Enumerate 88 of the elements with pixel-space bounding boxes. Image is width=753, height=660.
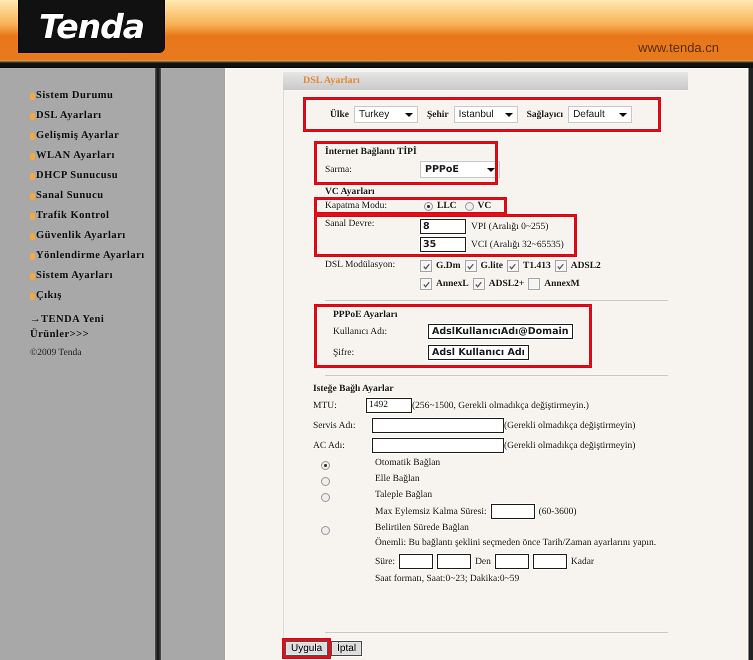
checkbox[interactable] [420, 278, 432, 290]
field-label: Sanal Devre: [325, 219, 376, 231]
form-button[interactable]: Uygula [285, 641, 328, 656]
option-label: T1.413 [522, 261, 551, 271]
checkbox[interactable] [554, 260, 567, 272]
input-field[interactable]: 8 [420, 219, 466, 234]
input-field[interactable] [494, 554, 529, 569]
input-field[interactable] [399, 554, 434, 569]
range-hint: VPI (Aralığı 0~255) [471, 222, 548, 232]
tenda-logo: Tenda [18, 0, 165, 53]
note-text: Önemli: Bu bağlantı şeklini seçmeden önce Tarih/Zaman ayarlarını yapın. [375, 537, 658, 550]
sidebar-link[interactable]: Sistem Durumu [30, 90, 155, 110]
promo-link[interactable]: →TENDA Yeni Ürünler>>> [30, 312, 130, 342]
option-label: Otomatik Bağlan [375, 458, 442, 468]
field-label: Şehir [427, 110, 449, 120]
option-label: Taleple Bağlan [375, 490, 434, 500]
option-label: Belirtilen Sürede Bağlan [375, 523, 470, 533]
sidebar-link[interactable]: Trafik Kontrol [30, 210, 155, 230]
checkbox[interactable] [528, 278, 540, 290]
field-hint: (Gerekli olmadıkça değiştirmeyin) [504, 420, 636, 430]
dropdown[interactable]: Istanbul [454, 106, 518, 123]
radio-button[interactable] [321, 477, 330, 486]
field-label: Servis Adı: [313, 420, 356, 430]
field-label: Sağlayıcı [526, 110, 564, 120]
sidebar-link[interactable]: Çıkış [30, 290, 155, 310]
sidebar-link[interactable]: DHCP Sunucusu [30, 170, 155, 190]
radio-button[interactable] [464, 202, 474, 210]
radio-button[interactable] [424, 202, 433, 210]
sidebar-link[interactable]: Sanal Sunucu [30, 190, 155, 210]
radio-button[interactable] [321, 461, 330, 470]
section-heading: PPPoE Ayarları [333, 310, 398, 320]
option-label: AnnexL [436, 279, 469, 289]
dropdown[interactable]: Default [568, 106, 632, 123]
field-label: Süre: [375, 556, 396, 566]
format-hint: Saat formatı, Saat:0~23; Dakika:0~59 [375, 573, 520, 586]
option-label: G.Dm [436, 261, 461, 271]
site-url: www.tenda.cn [638, 40, 719, 55]
input-field[interactable]: Adsl Kullanıcı Adı [428, 345, 529, 360]
dropdown[interactable]: PPPoE [420, 161, 500, 178]
sidebar-link[interactable]: Yönlendirme Ayarları [30, 250, 155, 270]
input-field[interactable] [372, 418, 504, 433]
option-label: AnnexM [544, 279, 580, 289]
field-label: Kapatma Modu: [325, 201, 388, 211]
sidebar-link[interactable]: WLAN Ayarları [30, 150, 155, 170]
panel-title: DSL Ayarları [283, 72, 688, 90]
checkbox[interactable] [464, 260, 477, 272]
field-label: Den [475, 556, 491, 566]
field-hint: (60-3600) [538, 506, 577, 516]
option-label: ADSL2+ [488, 279, 524, 289]
option-label: Elle Bağlan [375, 474, 421, 484]
input-field[interactable] [532, 554, 567, 569]
checkbox[interactable] [420, 260, 432, 272]
input-field[interactable] [372, 438, 504, 453]
field-label: Kadar [570, 556, 594, 566]
radio-button[interactable] [321, 493, 330, 502]
form-button[interactable]: İptal [331, 641, 362, 656]
section-heading: Isteğe Bağlı Ayarlar [313, 384, 395, 394]
input-field[interactable]: 1492 [366, 398, 412, 413]
field-label: Ülke [330, 110, 349, 120]
field-label: DSL Modülasyon: [325, 260, 396, 272]
sidebar-link[interactable]: Güvenlik Ayarları [30, 230, 155, 250]
radio-button[interactable] [321, 526, 330, 535]
section-heading: İnternet Bağlantı TİPİ [325, 147, 418, 157]
option-label: G.lite [480, 261, 503, 271]
input-field[interactable]: AdslKullanıcıAdı@Domain [428, 324, 573, 339]
field-hint: (Gerekli olmadıkça değiştirmeyin) [504, 440, 636, 450]
field-label: MTU: [313, 400, 338, 410]
field-label: Sarma: [325, 164, 353, 174]
field-hint: (256~1500, Gerekli olmadıkça değiştirmeyin.) [412, 400, 589, 410]
checkbox[interactable] [506, 260, 519, 272]
sidebar-link[interactable]: Gelişmiş Ayarlar [30, 130, 155, 150]
range-hint: VCI (Aralığı 32~65535) [471, 240, 564, 250]
sidebar-link[interactable]: DSL Ayarları [30, 110, 155, 130]
input-field[interactable] [437, 554, 472, 569]
input-field[interactable] [490, 504, 535, 519]
field-label: Kullanıcı Adı: [333, 326, 388, 336]
option-label: ADSL2 [570, 261, 601, 271]
copyright: ©2009 Tenda [30, 348, 82, 358]
field-label: Max Eylemsiz Kalma Süresi: [375, 506, 487, 516]
section-heading: VC Ayarları [325, 187, 376, 197]
sidebar-link[interactable]: Sistem Ayarları [30, 270, 155, 290]
field-label: Şifre: [333, 348, 356, 358]
field-label: AC Adı: [313, 440, 346, 450]
option-label: VC [478, 201, 492, 211]
checkbox[interactable] [472, 278, 485, 290]
input-field[interactable]: 35 [420, 237, 466, 252]
option-label: LLC [437, 201, 457, 211]
dropdown[interactable]: Turkey [354, 106, 418, 123]
